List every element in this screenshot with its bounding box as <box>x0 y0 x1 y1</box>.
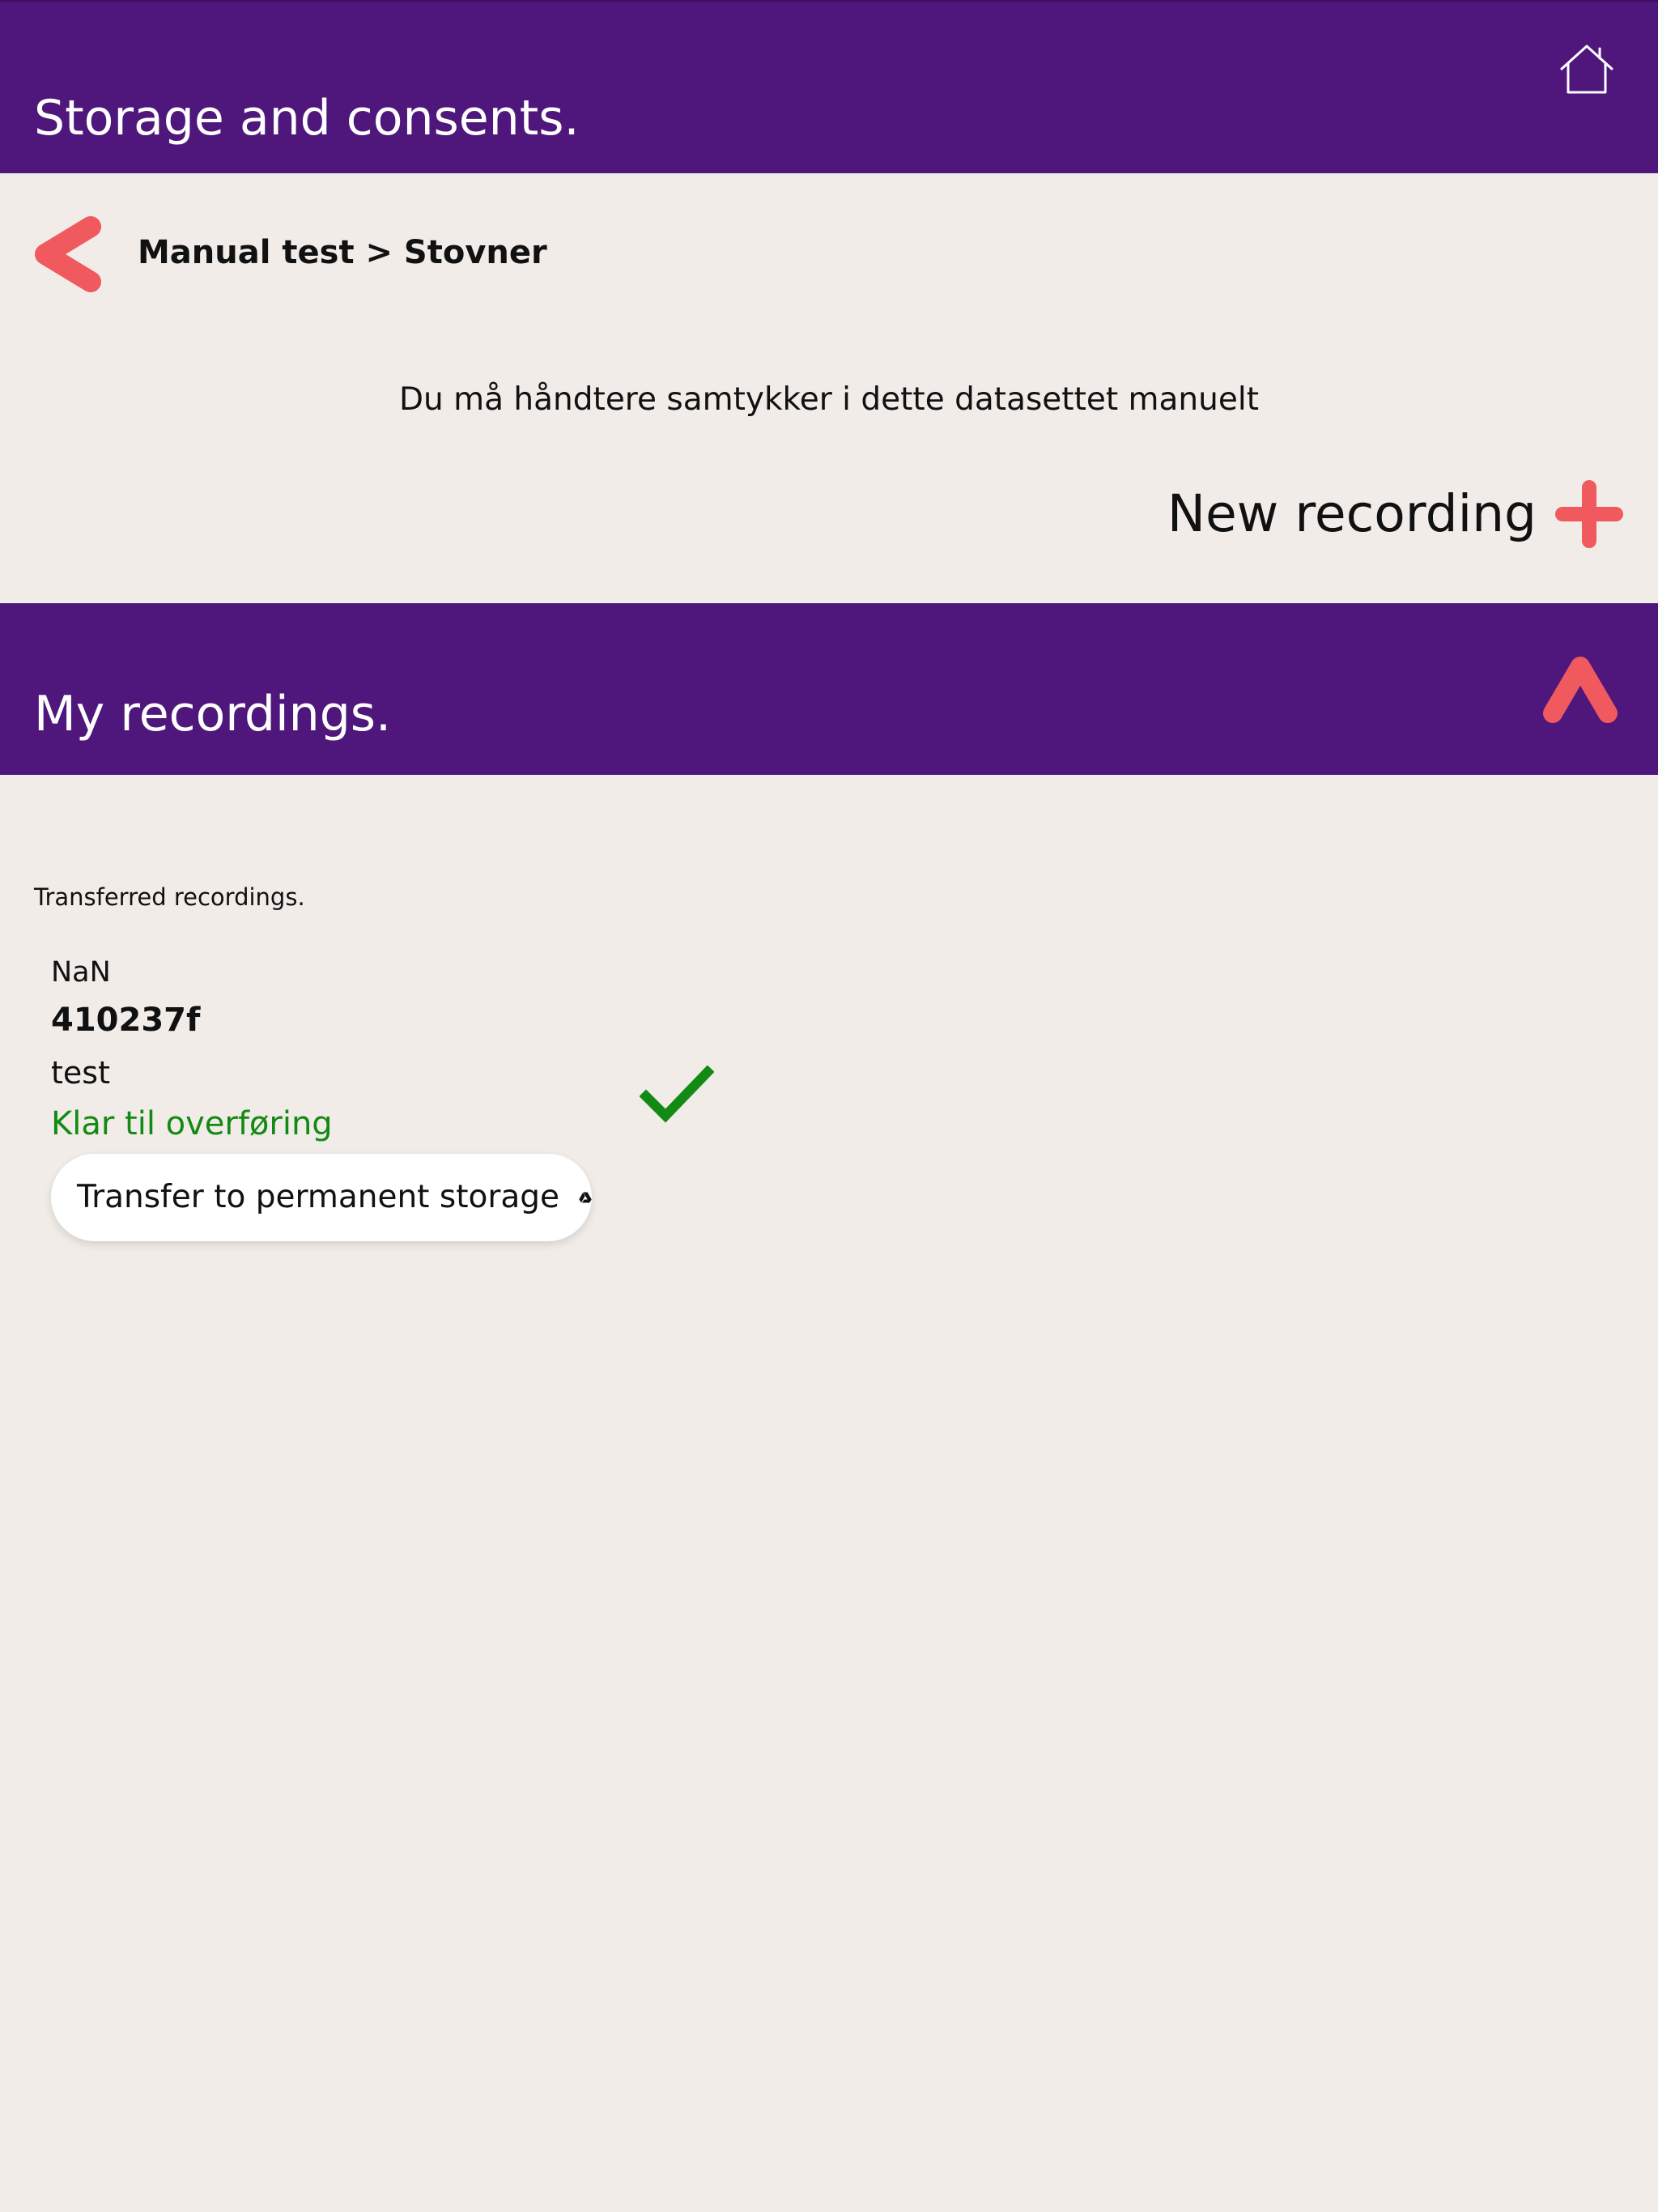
home-icon[interactable] <box>1558 42 1616 96</box>
transfer-to-permanent-storage-button[interactable]: Transfer to permanent storage <box>51 1154 592 1241</box>
my-recordings-header: My recordings. <box>0 603 1658 775</box>
new-recording-button[interactable]: New recording <box>1167 479 1624 549</box>
recording-status: Klar til overføring <box>51 1105 333 1142</box>
transferred-recordings-label: Transferred recordings. <box>34 883 305 911</box>
manual-consent-notice: Du må håndtere samtykker i dette dataset… <box>399 381 1259 418</box>
page-title: Storage and consents. <box>34 90 580 147</box>
checkmark-icon <box>640 1066 714 1123</box>
chevron-up-icon[interactable] <box>1540 649 1621 726</box>
back-chevron-icon[interactable] <box>32 214 107 295</box>
section-title: My recordings. <box>34 686 392 742</box>
recording-name: test <box>51 1055 110 1091</box>
transfer-button-label: Transfer to permanent storage <box>77 1179 560 1215</box>
plus-icon <box>1555 480 1623 548</box>
breadcrumb: Manual test > Stovner <box>138 234 547 271</box>
google-drive-icon <box>579 1192 592 1203</box>
recording-id: 410237f <box>51 1002 201 1039</box>
top-header-bar: Storage and consents. <box>0 0 1658 173</box>
recording-date: NaN <box>51 956 111 989</box>
new-recording-label: New recording <box>1167 484 1537 543</box>
